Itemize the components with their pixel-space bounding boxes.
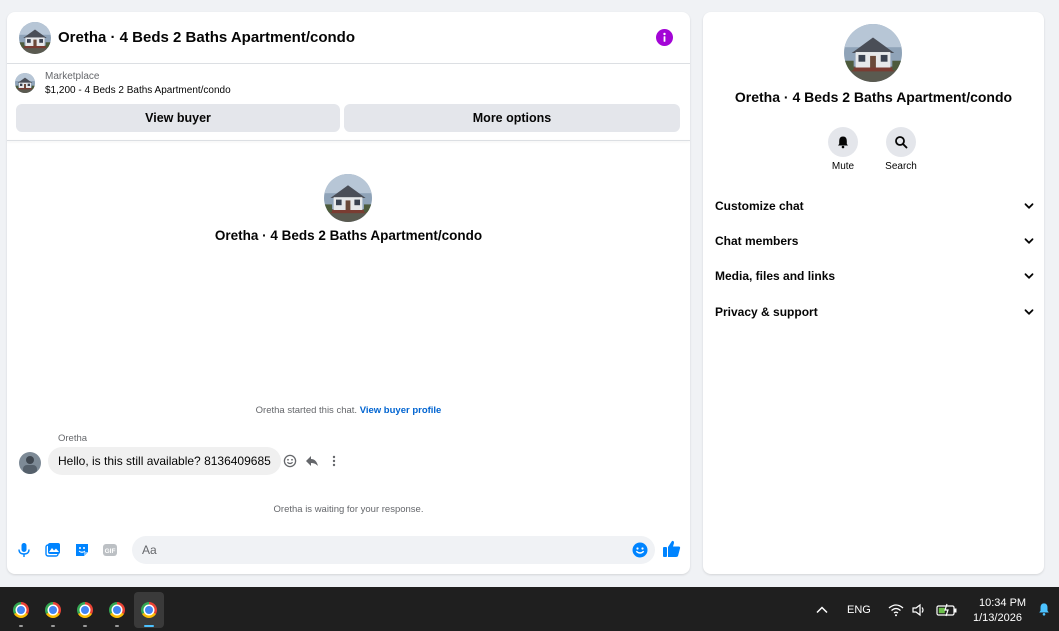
bell-icon — [828, 127, 858, 157]
chevron-down-icon — [1024, 238, 1034, 244]
details-avatar[interactable] — [844, 24, 902, 82]
taskbar-chrome-3[interactable] — [70, 592, 100, 628]
section-media-files-links[interactable]: Media, files and links — [715, 261, 1035, 291]
search-label: Search — [885, 161, 917, 172]
sender-name: Oretha — [58, 433, 88, 444]
chevron-up-icon[interactable] — [814, 603, 830, 617]
mute-button[interactable]: Mute — [823, 127, 863, 172]
more-icon[interactable] — [327, 454, 341, 468]
intro-title: Oretha · 4 Beds 2 Baths Apartment/condo — [214, 228, 483, 243]
section-label: Privacy & support — [715, 305, 818, 319]
taskbar-chrome-4[interactable] — [102, 592, 132, 628]
emoji-icon[interactable] — [632, 542, 648, 558]
section-label: Chat members — [715, 234, 799, 248]
search-icon — [886, 127, 916, 157]
marketplace-listing[interactable]: Marketplace $1,200 - 4 Beds 2 Baths Apar… — [15, 70, 231, 99]
battery-icon[interactable] — [936, 603, 958, 617]
taskbar-chrome-2[interactable] — [38, 592, 68, 628]
chat-panel: Oretha · 4 Beds 2 Baths Apartment/condo … — [7, 12, 690, 574]
message-placeholder: Aa — [142, 543, 157, 557]
info-icon[interactable] — [656, 29, 673, 46]
microphone-icon[interactable] — [16, 542, 32, 558]
gif-icon[interactable]: GIF — [102, 542, 118, 558]
svg-text:GIF: GIF — [105, 548, 116, 555]
section-privacy-support[interactable]: Privacy & support — [715, 297, 1035, 327]
chat-header: Oretha · 4 Beds 2 Baths Apartment/condo — [7, 12, 690, 64]
section-customize-chat[interactable]: Customize chat — [715, 191, 1035, 221]
message-input[interactable]: Aa — [132, 536, 655, 564]
chrome-icon — [141, 602, 157, 618]
listing-thumbnail — [15, 73, 35, 93]
chat-title[interactable]: Oretha · 4 Beds 2 Baths Apartment/condo — [58, 29, 355, 46]
section-chat-members[interactable]: Chat members — [715, 226, 1035, 256]
taskbar-chrome-1[interactable] — [6, 592, 36, 628]
intro-avatar — [324, 174, 372, 222]
section-label: Customize chat — [715, 199, 804, 213]
marketplace-label: Marketplace — [45, 71, 100, 82]
chevron-down-icon — [1024, 203, 1034, 209]
language-indicator[interactable]: ENG — [847, 604, 871, 616]
reply-icon[interactable] — [305, 454, 319, 468]
view-buyer-profile-link[interactable]: View buyer profile — [360, 405, 442, 416]
listing-price: $1,200 - 4 Beds 2 Baths Apartment/condo — [45, 85, 231, 96]
chevron-down-icon — [1024, 309, 1034, 315]
like-icon[interactable] — [662, 539, 682, 559]
chrome-icon — [77, 602, 93, 618]
clock-date[interactable]: 1/13/2026 — [973, 612, 1022, 624]
clock-time[interactable]: 10:34 PM — [979, 597, 1026, 609]
mute-label: Mute — [831, 161, 855, 172]
listing-avatar[interactable] — [19, 22, 51, 54]
search-button[interactable]: Search — [881, 127, 921, 172]
taskbar-chrome-5[interactable] — [134, 592, 164, 628]
chrome-icon — [13, 602, 29, 618]
chat-started-notice: Oretha started this chat. View buyer pro… — [7, 405, 690, 416]
details-title: Oretha · 4 Beds 2 Baths Apartment/condo — [734, 89, 1013, 105]
chevron-down-icon — [1024, 273, 1034, 279]
view-buyer-button[interactable]: View buyer — [16, 104, 340, 132]
react-icon[interactable] — [283, 454, 297, 468]
message-bubble[interactable]: Hello, is this still available? 81364096… — [48, 447, 281, 475]
sender-avatar[interactable] — [19, 452, 41, 474]
waiting-notice: Oretha is waiting for your response. — [273, 504, 424, 515]
more-options-button[interactable]: More options — [344, 104, 680, 132]
started-text: Oretha started this chat. — [255, 405, 358, 416]
section-label: Media, files and links — [715, 269, 836, 283]
photo-icon[interactable] — [45, 542, 61, 558]
volume-icon[interactable] — [911, 603, 927, 617]
divider — [7, 140, 690, 141]
wifi-icon[interactable] — [888, 603, 904, 617]
sticker-icon[interactable] — [74, 542, 90, 558]
notification-bell-icon[interactable] — [1036, 602, 1052, 616]
chrome-icon — [109, 602, 125, 618]
details-panel: Oretha · 4 Beds 2 Baths Apartment/condo … — [703, 12, 1044, 574]
chrome-icon — [45, 602, 61, 618]
